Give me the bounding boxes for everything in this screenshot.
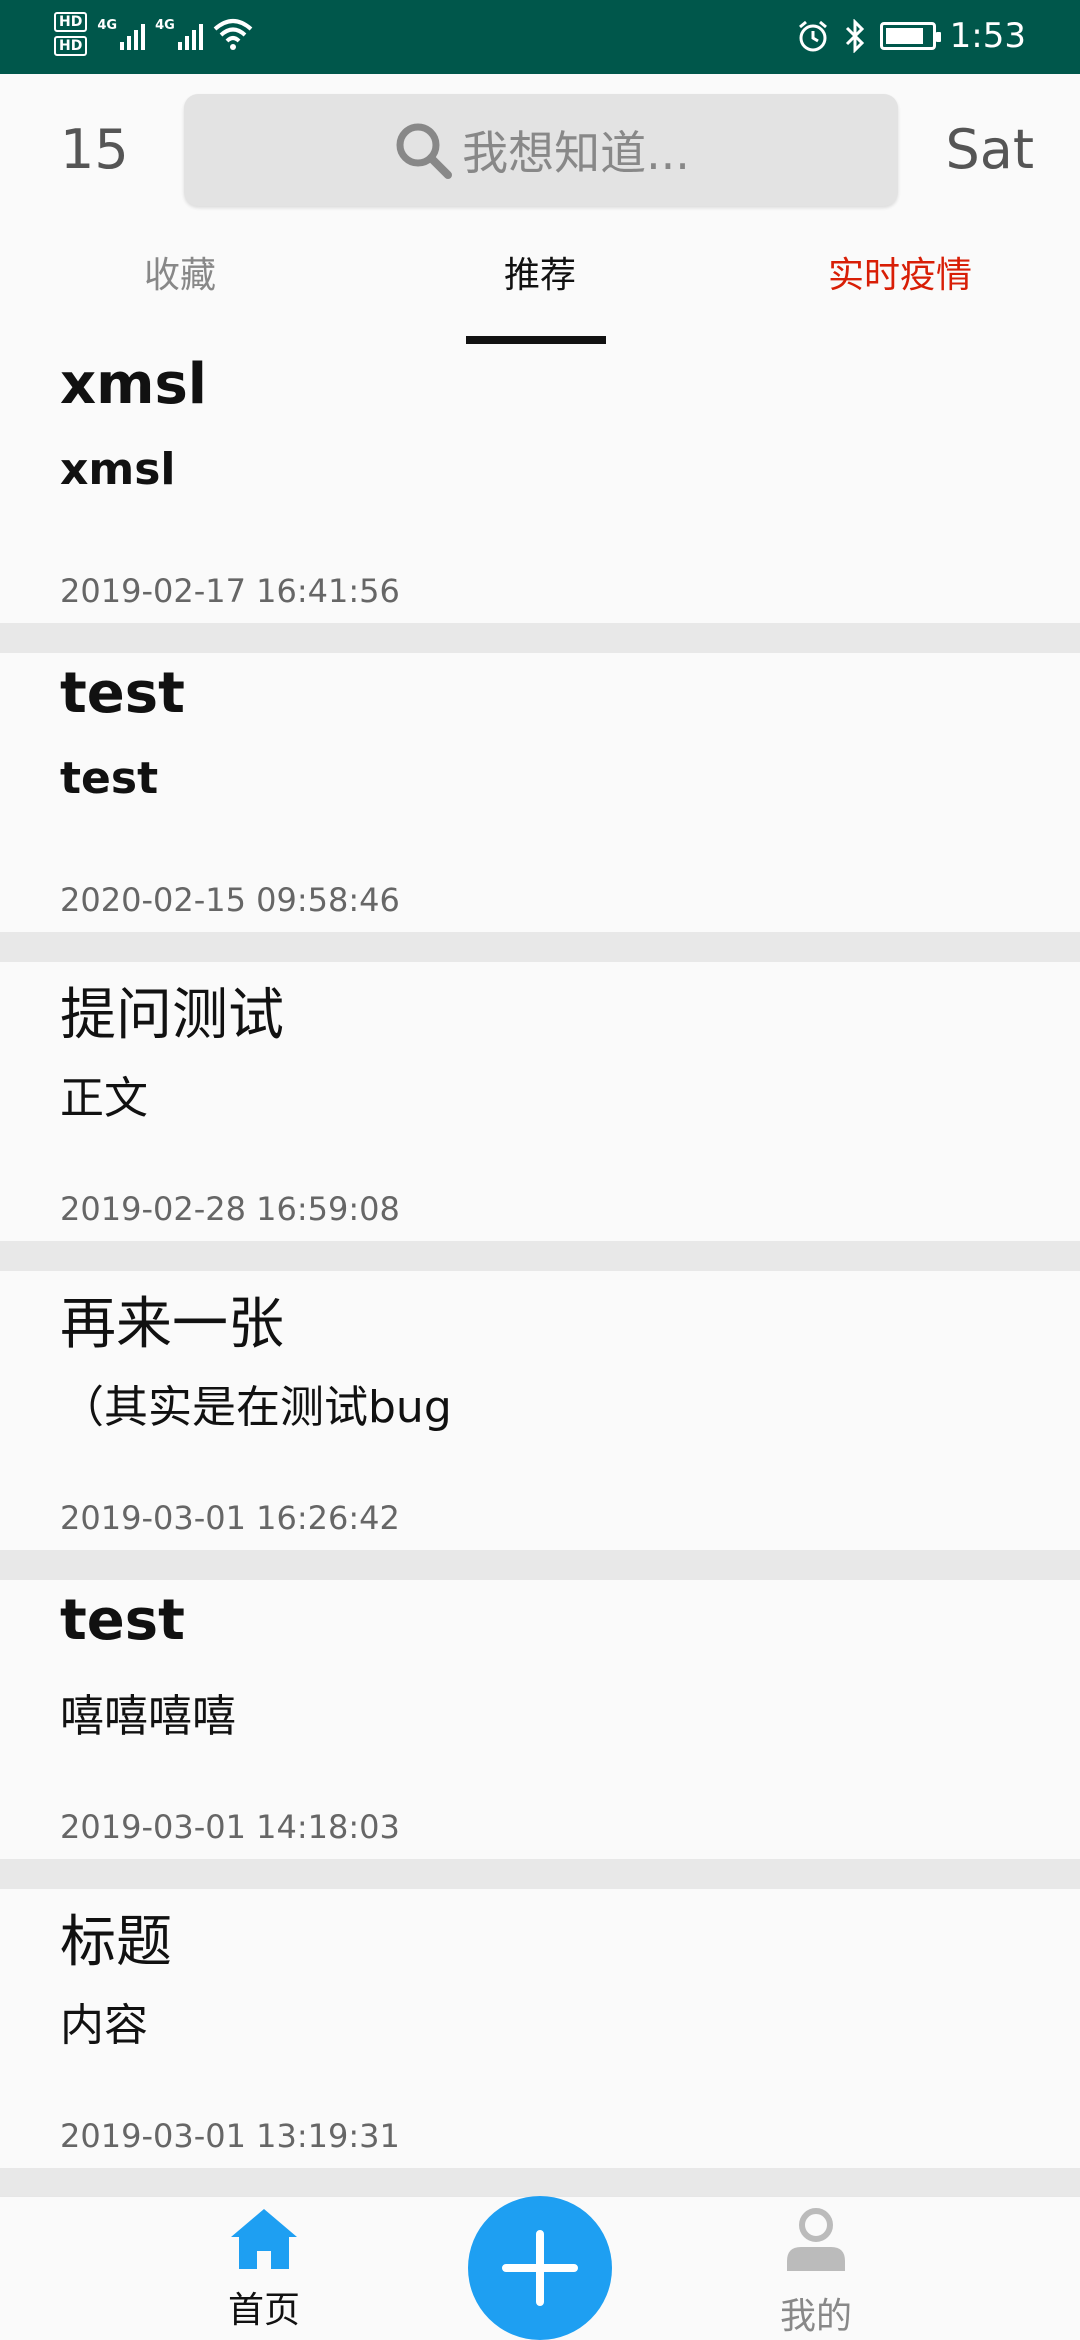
day-name: Sat: [945, 118, 1034, 181]
search-bar[interactable]: 我想知道...: [184, 94, 898, 206]
day-number: 15: [60, 118, 129, 181]
nav-home-label: 首页: [227, 2290, 300, 2331]
network-type-label: 4G: [97, 18, 118, 33]
status-bar-right: 1:53: [796, 14, 1026, 58]
battery-level: [885, 28, 924, 44]
clock: 1:53: [949, 16, 1026, 56]
post-card[interactable]: test test 2020-02-15 09:58:46: [0, 653, 1080, 932]
hd-indicators: HD HD: [54, 12, 88, 56]
post-body: 正文: [60, 1073, 148, 1124]
user-icon: [787, 2208, 845, 2271]
tab-epidemic[interactable]: 实时疫情: [720, 246, 1080, 298]
post-feed: xmsl xmsl 2019-02-17 16:41:56 test test …: [0, 344, 1080, 2198]
nav-me[interactable]: 我的: [716, 2207, 916, 2339]
search-placeholder: 我想知道...: [462, 126, 690, 180]
post-title: test: [60, 1588, 185, 1653]
divider: [0, 1550, 1080, 1580]
alarm-icon: [798, 20, 827, 52]
tab-recommended[interactable]: 推荐: [360, 246, 720, 298]
post-body: test: [60, 753, 159, 804]
network-type-label: 4G: [155, 18, 175, 33]
nav-home[interactable]: 首页: [164, 2207, 364, 2333]
signal-icon: 4G: [155, 18, 203, 50]
home-icon: [231, 2209, 297, 2269]
plus-icon: [502, 2230, 578, 2306]
post-body: （其实是在测试bug: [60, 1382, 452, 1433]
hd-icon: HD: [54, 12, 88, 32]
divider: [0, 1859, 1080, 1889]
post-card[interactable]: test 嘻嘻嘻嘻 2019-03-01 14:18:03: [0, 1580, 1080, 1859]
hd-icon: HD: [54, 36, 88, 56]
post-card[interactable]: 提问测试 正文 2019-02-28 16:59:08: [0, 962, 1080, 1241]
post-card[interactable]: xmsl xmsl 2019-02-17 16:41:56: [0, 344, 1080, 623]
post-date: 2019-03-01 16:26:42: [60, 1499, 400, 1537]
tab-favorites[interactable]: 收藏: [0, 246, 360, 298]
add-post-button[interactable]: [468, 2196, 612, 2340]
post-body: 嘻嘻嘻嘻: [60, 1691, 236, 1742]
post-date: 2019-02-28 16:59:08: [60, 1190, 400, 1228]
signal-icon: 4G: [97, 18, 146, 50]
wifi-icon: [213, 19, 253, 50]
search-icon: [396, 123, 453, 179]
active-tab-indicator: [466, 336, 606, 344]
battery-icon: [879, 22, 941, 50]
divider: [0, 623, 1080, 653]
post-date: 2020-02-15 09:58:46: [60, 881, 400, 919]
post-title: 标题: [60, 1910, 172, 1975]
status-bar: HD HD 4G 4G 1:53: [0, 0, 1080, 74]
post-date: 2019-03-01 13:19:31: [60, 2117, 400, 2155]
post-card[interactable]: 标题 内容 2019-03-01 13:19:31: [0, 1889, 1080, 2168]
post-title: 提问测试: [60, 983, 284, 1048]
divider: [0, 1241, 1080, 1271]
post-title: 再来一张: [60, 1292, 284, 1357]
nav-me-label: 我的: [779, 2296, 852, 2337]
post-date: 2019-02-17 16:41:56: [60, 572, 400, 610]
tab-bar: 收藏 推荐 实时疫情: [0, 224, 1080, 344]
divider: [0, 2168, 1080, 2198]
divider: [0, 932, 1080, 962]
post-title: test: [60, 661, 185, 726]
post-body: xmsl: [60, 444, 176, 495]
post-body: 内容: [60, 2000, 148, 2051]
post-title: xmsl: [60, 352, 207, 417]
post-card[interactable]: 再来一张 （其实是在测试bug 2019-03-01 16:26:42: [0, 1271, 1080, 1550]
bluetooth-icon: [845, 19, 864, 53]
top-header: 15 我想知道... Sat: [0, 74, 1080, 224]
post-date: 2019-03-01 14:18:03: [60, 1808, 400, 1846]
status-bar-left: HD HD 4G 4G: [54, 12, 253, 56]
